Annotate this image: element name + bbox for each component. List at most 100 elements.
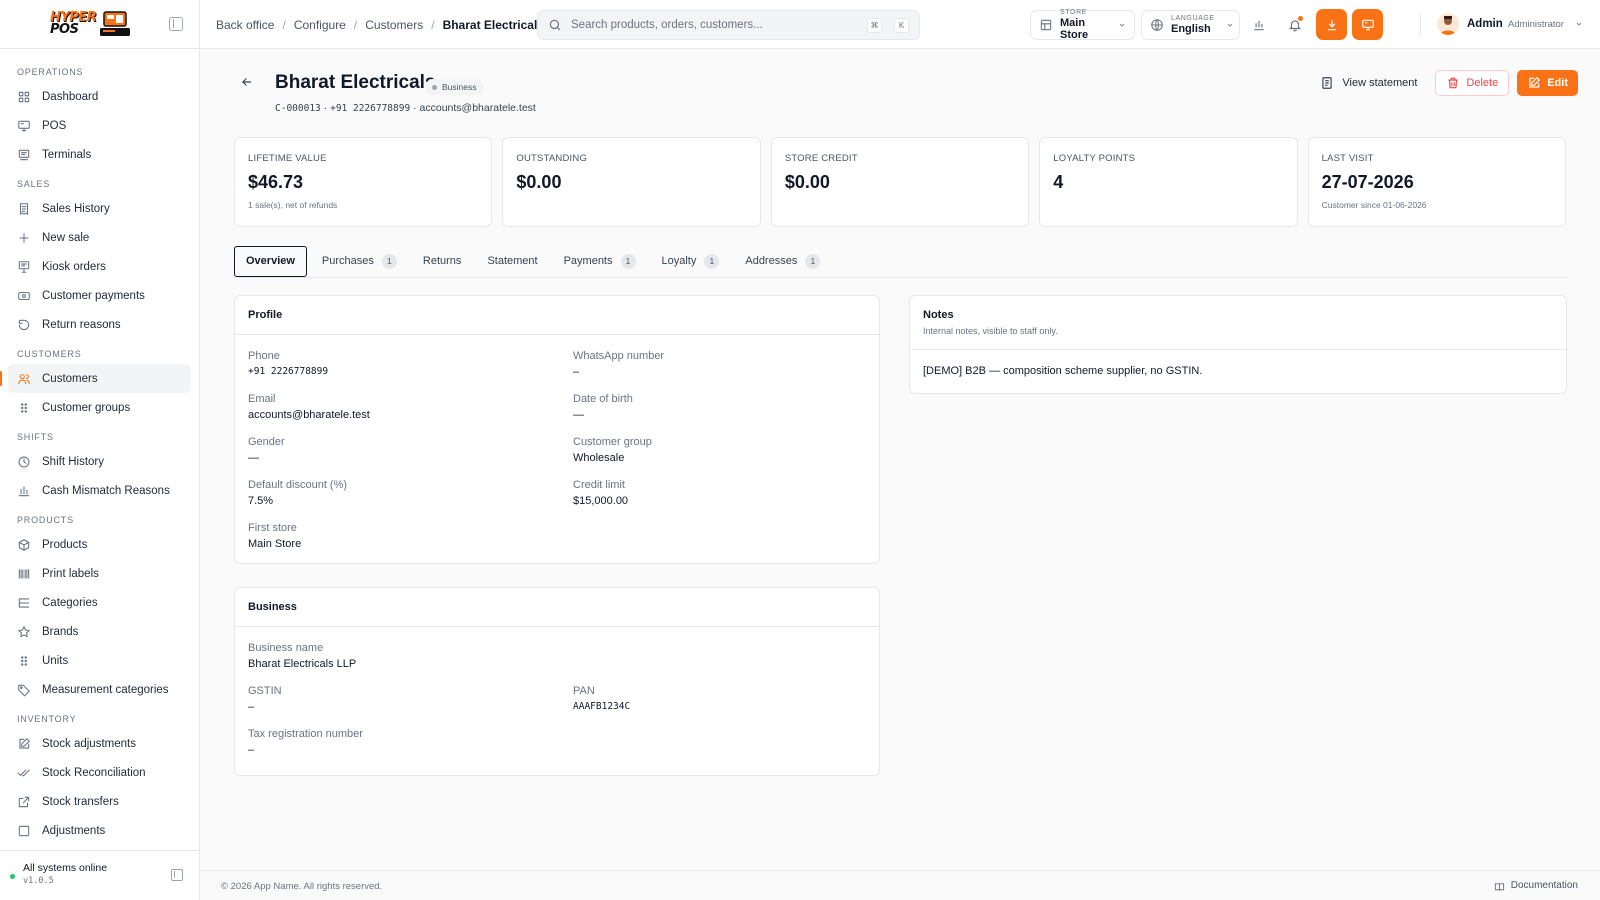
view-statement-button[interactable]: View statement [1310, 70, 1427, 96]
stat-sub: 1 sale(s), net of refunds [248, 200, 338, 210]
sidebar-item-stock-transfers[interactable]: Stock transfers [8, 787, 191, 816]
download-button[interactable] [1316, 9, 1347, 40]
nav-section-title: PRODUCTS [17, 515, 74, 525]
sidebar-item-print-labels[interactable]: Print labels [8, 559, 191, 588]
user-avatar[interactable] [1437, 13, 1459, 35]
field-value: — [573, 409, 584, 421]
sidebar-item-label: Units [42, 654, 69, 667]
sidebar-item-shift-history[interactable]: Shift History [8, 447, 191, 476]
tab-statement[interactable]: Statement [476, 246, 548, 277]
store-selector[interactable]: STORE Main Store [1030, 9, 1135, 41]
tab-purchases[interactable]: Purchases 1 [311, 246, 408, 277]
sidebar-item-sales-history[interactable]: Sales History [8, 194, 191, 223]
grip-icon [17, 654, 31, 668]
delete-button[interactable]: Delete [1435, 70, 1510, 96]
receipt-icon [17, 202, 31, 216]
barcode-icon [17, 567, 31, 581]
edit-label: Edit [1547, 77, 1568, 89]
notifications-button[interactable] [1282, 12, 1308, 38]
shortcut-k-key: K [894, 17, 909, 33]
tab-addresses[interactable]: Addresses 1 [734, 246, 831, 277]
sidebar-item-return-reasons[interactable]: Return reasons [8, 310, 191, 339]
sidebar-item-customers[interactable]: Customers [0, 364, 191, 393]
list-tree-icon [17, 596, 31, 610]
badge-label: Business [442, 82, 477, 92]
chevron-down-icon [1226, 21, 1234, 29]
sidebar-item-adjustments[interactable]: Adjustments [8, 816, 191, 845]
field-label: Customer group [573, 436, 652, 448]
language-value: English [1171, 23, 1211, 35]
sidebar-item-label: Products [42, 538, 88, 551]
download-icon [1325, 18, 1339, 32]
sidebar-item-measurement-categories[interactable]: Measurement categories [8, 675, 191, 704]
notes-card-header: Notes Internal notes, visible to staff o… [910, 296, 1566, 350]
sidebar-collapse-icon[interactable] [171, 869, 183, 881]
user-name: Admin [1467, 18, 1503, 30]
bar-chart-icon [1252, 18, 1266, 32]
subline-separator: · [323, 102, 328, 114]
tab-loyalty[interactable]: Loyalty 1 [651, 246, 731, 277]
tab-overview[interactable]: Overview [234, 245, 307, 277]
book-icon [1494, 880, 1505, 891]
sidebar-item-categories[interactable]: Categories [8, 588, 191, 617]
field-value: +91 2226778899 [248, 366, 329, 377]
sidebar-item-pos[interactable]: POS [8, 111, 191, 140]
language-selector[interactable]: LANGUAGE English [1141, 10, 1240, 40]
app-logo[interactable]: HYPER POS [50, 10, 132, 38]
sidebar-item-units[interactable]: Units [8, 646, 191, 675]
tab-payments[interactable]: Payments 1 [553, 246, 647, 277]
breadcrumb-customers[interactable]: Customers [365, 18, 423, 32]
user-menu[interactable]: Admin Administrator [1467, 18, 1583, 30]
edit-button[interactable]: Edit [1517, 70, 1578, 96]
sidebar-toggle-icon[interactable] [169, 17, 183, 31]
field-label: Default discount (%) [248, 479, 348, 491]
status-dot-icon [10, 874, 15, 879]
sidebar-item-dashboard[interactable]: Dashboard [8, 82, 191, 111]
notification-dot [1298, 16, 1303, 21]
sidebar-item-products[interactable]: Products [8, 530, 191, 559]
breadcrumb: Back office / Configure / Customers / Bh… [216, 18, 544, 32]
main-content: Bharat Electricals Business C-000013 · +… [200, 49, 1600, 870]
sidebar-item-customer-groups[interactable]: Customer groups [8, 393, 191, 422]
field-label: Phone [248, 350, 280, 362]
sidebar-item-brands[interactable]: Brands [8, 617, 191, 646]
sidebar-item-cash-mismatch-reasons[interactable]: Cash Mismatch Reasons [8, 476, 191, 505]
sidebar-item-stock-adjustments[interactable]: Stock adjustments [8, 729, 191, 758]
breadcrumb-back-office[interactable]: Back office [216, 18, 274, 32]
topbar-divider [1420, 14, 1421, 36]
tab-count-badge: 1 [704, 253, 720, 269]
business-title: Business [248, 601, 297, 613]
stat-value: $46.73 [248, 172, 304, 192]
back-arrow-icon[interactable] [240, 75, 254, 89]
store-value: Main Store [1060, 17, 1089, 41]
logo-text: HYPER POS [50, 11, 97, 37]
logo-line-2: POS [50, 22, 79, 37]
sidebar-item-label: Customer payments [42, 289, 145, 302]
field-value: AAAFB1234C [573, 701, 631, 712]
sidebar-item-kiosk-orders[interactable]: Kiosk orders [8, 252, 191, 281]
grip-icon [17, 401, 31, 415]
nav-section-title: SHIFTS [17, 432, 54, 442]
sidebar-item-stock-reconciliation[interactable]: Stock Reconciliation [8, 758, 191, 787]
field-value: — [248, 452, 259, 464]
field-gstin: GSTIN – [248, 685, 282, 713]
sidebar-item-terminals[interactable]: Terminals [8, 140, 191, 169]
tab-returns[interactable]: Returns [412, 246, 473, 277]
breadcrumb-configure[interactable]: Configure [294, 18, 346, 32]
reports-button[interactable] [1246, 12, 1272, 38]
sidebar-item-label: Stock transfers [42, 795, 119, 808]
stat-lifetime-value: LIFETIME VALUE $46.73 1 sale(s), net of … [234, 137, 493, 227]
search-input[interactable]: Search products, orders, customers... [571, 19, 855, 31]
field-customer-group: Customer group Wholesale [573, 436, 652, 464]
global-search[interactable]: Search products, orders, customers... ⌘ … [537, 10, 920, 40]
stat-value: $0.00 [516, 172, 562, 192]
open-pos-button[interactable] [1352, 9, 1383, 40]
sidebar-item-new-sale[interactable]: New sale [8, 223, 191, 252]
sidebar-item-label: Customer groups [42, 401, 131, 414]
breadcrumb-separator: / [431, 18, 435, 32]
field-tax-registration: Tax registration number – [248, 728, 363, 756]
documentation-link[interactable]: Documentation [1494, 880, 1578, 891]
sidebar-item-customer-payments[interactable]: Customer payments [8, 281, 191, 310]
field-label: WhatsApp number [573, 350, 665, 362]
customer-name: Bharat Electricals [275, 72, 436, 93]
